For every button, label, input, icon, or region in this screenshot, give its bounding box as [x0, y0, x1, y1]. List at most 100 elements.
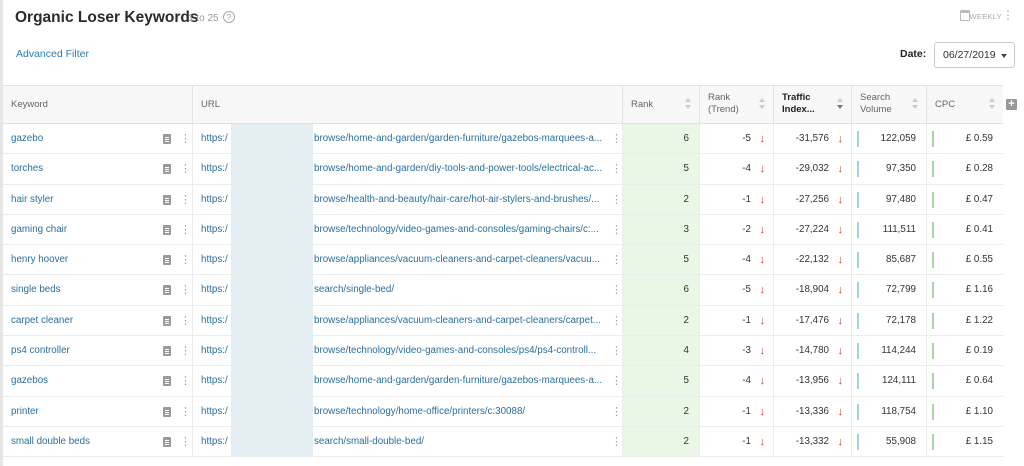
url-menu-icon[interactable]: ⋮: [611, 336, 622, 365]
date-select[interactable]: 06/27/2019: [934, 42, 1015, 68]
keyword-link[interactable]: gazebos: [11, 366, 48, 395]
clipboard-icon[interactable]: [163, 285, 171, 296]
redacted-domain: [231, 396, 313, 426]
col-header-cpc[interactable]: CPC: [927, 86, 1003, 124]
cpc-value: £ 1.16: [965, 284, 993, 296]
rank-trend-cell: -1 ↓: [700, 184, 774, 214]
url-menu-icon[interactable]: ⋮: [611, 306, 622, 335]
widget-menu-icon[interactable]: ⋮: [1002, 9, 1014, 21]
clipboard-icon[interactable]: [163, 376, 171, 387]
clipboard-icon[interactable]: [163, 255, 171, 266]
url-link[interactable]: search/single-bed/: [314, 275, 604, 304]
arrow-down-icon: ↓: [837, 345, 844, 358]
clipboard-icon[interactable]: [163, 224, 171, 235]
row-menu-icon[interactable]: ⋮: [180, 185, 191, 214]
row-menu-icon[interactable]: ⋮: [180, 366, 191, 395]
search-volume-value: 124,111: [882, 375, 916, 387]
url-cell: https:/ search/single-bed/ ⋮: [193, 275, 623, 305]
weekly-toggle[interactable]: WEEKLY: [969, 12, 1002, 21]
url-link[interactable]: browse/technology/home-office/printers/c…: [314, 397, 604, 426]
url-prefix[interactable]: https:/: [201, 215, 228, 244]
rank-cell: 3: [623, 214, 700, 245]
col-header-rank-trend[interactable]: Rank (Trend): [700, 86, 774, 124]
url-prefix[interactable]: https:/: [201, 124, 228, 153]
clipboard-icon[interactable]: [163, 194, 171, 205]
row-menu-icon[interactable]: ⋮: [180, 336, 191, 365]
row-menu-icon[interactable]: ⋮: [180, 427, 191, 456]
url-link[interactable]: browse/appliances/vacuum-cleaners-and-ca…: [314, 245, 604, 274]
url-menu-icon[interactable]: ⋮: [611, 366, 622, 395]
clipboard-icon[interactable]: [163, 164, 171, 175]
url-cell: https:/ browse/technology/home-office/pr…: [193, 396, 623, 426]
url-prefix[interactable]: https:/: [201, 336, 228, 365]
row-menu-icon[interactable]: ⋮: [180, 397, 191, 426]
col-header-url[interactable]: URL: [193, 86, 623, 124]
url-menu-icon[interactable]: ⋮: [611, 154, 622, 183]
clipboard-icon[interactable]: [163, 436, 171, 447]
rank-trend-cell: -1 ↓: [700, 396, 774, 426]
url-prefix[interactable]: https:/: [201, 275, 228, 304]
keyword-link[interactable]: hair styler: [11, 185, 53, 214]
url-prefix[interactable]: https:/: [201, 366, 228, 395]
url-prefix[interactable]: https:/: [201, 306, 228, 335]
keyword-link[interactable]: printer: [11, 397, 39, 426]
clipboard-icon[interactable]: [163, 406, 171, 417]
keyword-link[interactable]: gazebo: [11, 124, 43, 153]
col-header-search-volume[interactable]: Search Volume: [852, 86, 927, 124]
url-menu-icon[interactable]: ⋮: [611, 397, 622, 426]
col-header-traffic-index[interactable]: Traffic Index...: [774, 86, 852, 124]
url-menu-icon[interactable]: ⋮: [611, 427, 622, 456]
row-menu-icon[interactable]: ⋮: [180, 124, 191, 153]
search-volume-value: 72,178: [886, 314, 916, 326]
arrow-down-icon: ↓: [837, 435, 844, 448]
cpc-bar: [932, 433, 934, 450]
question-circle-icon[interactable]: ?: [223, 11, 235, 23]
keyword-link[interactable]: torches: [11, 154, 43, 183]
row-menu-icon[interactable]: ⋮: [180, 215, 191, 244]
keyword-cell: gazebo ⋮: [3, 124, 193, 154]
url-link[interactable]: browse/home-and-garden/diy-tools-and-pow…: [314, 154, 604, 183]
advanced-filter-link[interactable]: Advanced Filter: [16, 48, 89, 60]
keyword-link[interactable]: ps4 controller: [11, 336, 70, 365]
row-menu-icon[interactable]: ⋮: [180, 154, 191, 183]
traffic-index-cell: -22,132 ↓: [774, 245, 852, 275]
url-prefix[interactable]: https:/: [201, 427, 228, 456]
url-link[interactable]: browse/health-and-beauty/hair-care/hot-a…: [314, 185, 604, 214]
keyword-link[interactable]: small double beds: [11, 427, 90, 456]
url-prefix[interactable]: https:/: [201, 245, 228, 274]
url-link[interactable]: browse/appliances/vacuum-cleaners-and-ca…: [314, 306, 604, 335]
col-header-rank[interactable]: Rank: [623, 86, 700, 124]
keyword-link[interactable]: carpet cleaner: [11, 306, 73, 335]
url-menu-icon[interactable]: ⋮: [611, 124, 622, 153]
rank-trend-value: -5: [742, 284, 751, 296]
url-link[interactable]: browse/technology/video-games-and-consol…: [314, 336, 604, 365]
keyword-link[interactable]: gaming chair: [11, 215, 67, 244]
url-prefix[interactable]: https:/: [201, 185, 228, 214]
url-cell: https:/ browse/health-and-beauty/hair-ca…: [193, 184, 623, 214]
clipboard-icon[interactable]: [163, 346, 171, 357]
url-link[interactable]: browse/home-and-garden/garden-furniture/…: [314, 124, 604, 153]
url-menu-icon[interactable]: ⋮: [611, 185, 622, 214]
keyword-link[interactable]: henry hoover: [11, 245, 68, 274]
row-menu-icon[interactable]: ⋮: [180, 306, 191, 335]
keyword-cell: torches ⋮: [3, 154, 193, 184]
keyword-link[interactable]: single beds: [11, 275, 61, 304]
add-column-icon[interactable]: +: [1006, 99, 1017, 110]
url-prefix[interactable]: https:/: [201, 397, 228, 426]
cpc-bar: [932, 252, 934, 269]
url-link[interactable]: browse/home-and-garden/garden-furniture/…: [314, 366, 604, 395]
col-header-keyword[interactable]: Keyword: [3, 86, 193, 124]
rank-trend-cell: -4 ↓: [700, 366, 774, 396]
date-value: 06/27/2019: [943, 49, 996, 61]
row-menu-icon[interactable]: ⋮: [180, 245, 191, 274]
row-menu-icon[interactable]: ⋮: [180, 275, 191, 304]
url-link[interactable]: browse/technology/video-games-and-consol…: [314, 215, 604, 244]
url-menu-icon[interactable]: ⋮: [611, 275, 622, 304]
rank-cell: 2: [623, 426, 700, 457]
clipboard-icon[interactable]: [163, 315, 171, 326]
clipboard-icon[interactable]: [163, 134, 171, 144]
url-link[interactable]: search/small-double-bed/: [314, 427, 604, 456]
url-menu-icon[interactable]: ⋮: [611, 245, 622, 274]
url-prefix[interactable]: https:/: [201, 154, 228, 183]
url-menu-icon[interactable]: ⋮: [611, 215, 622, 244]
